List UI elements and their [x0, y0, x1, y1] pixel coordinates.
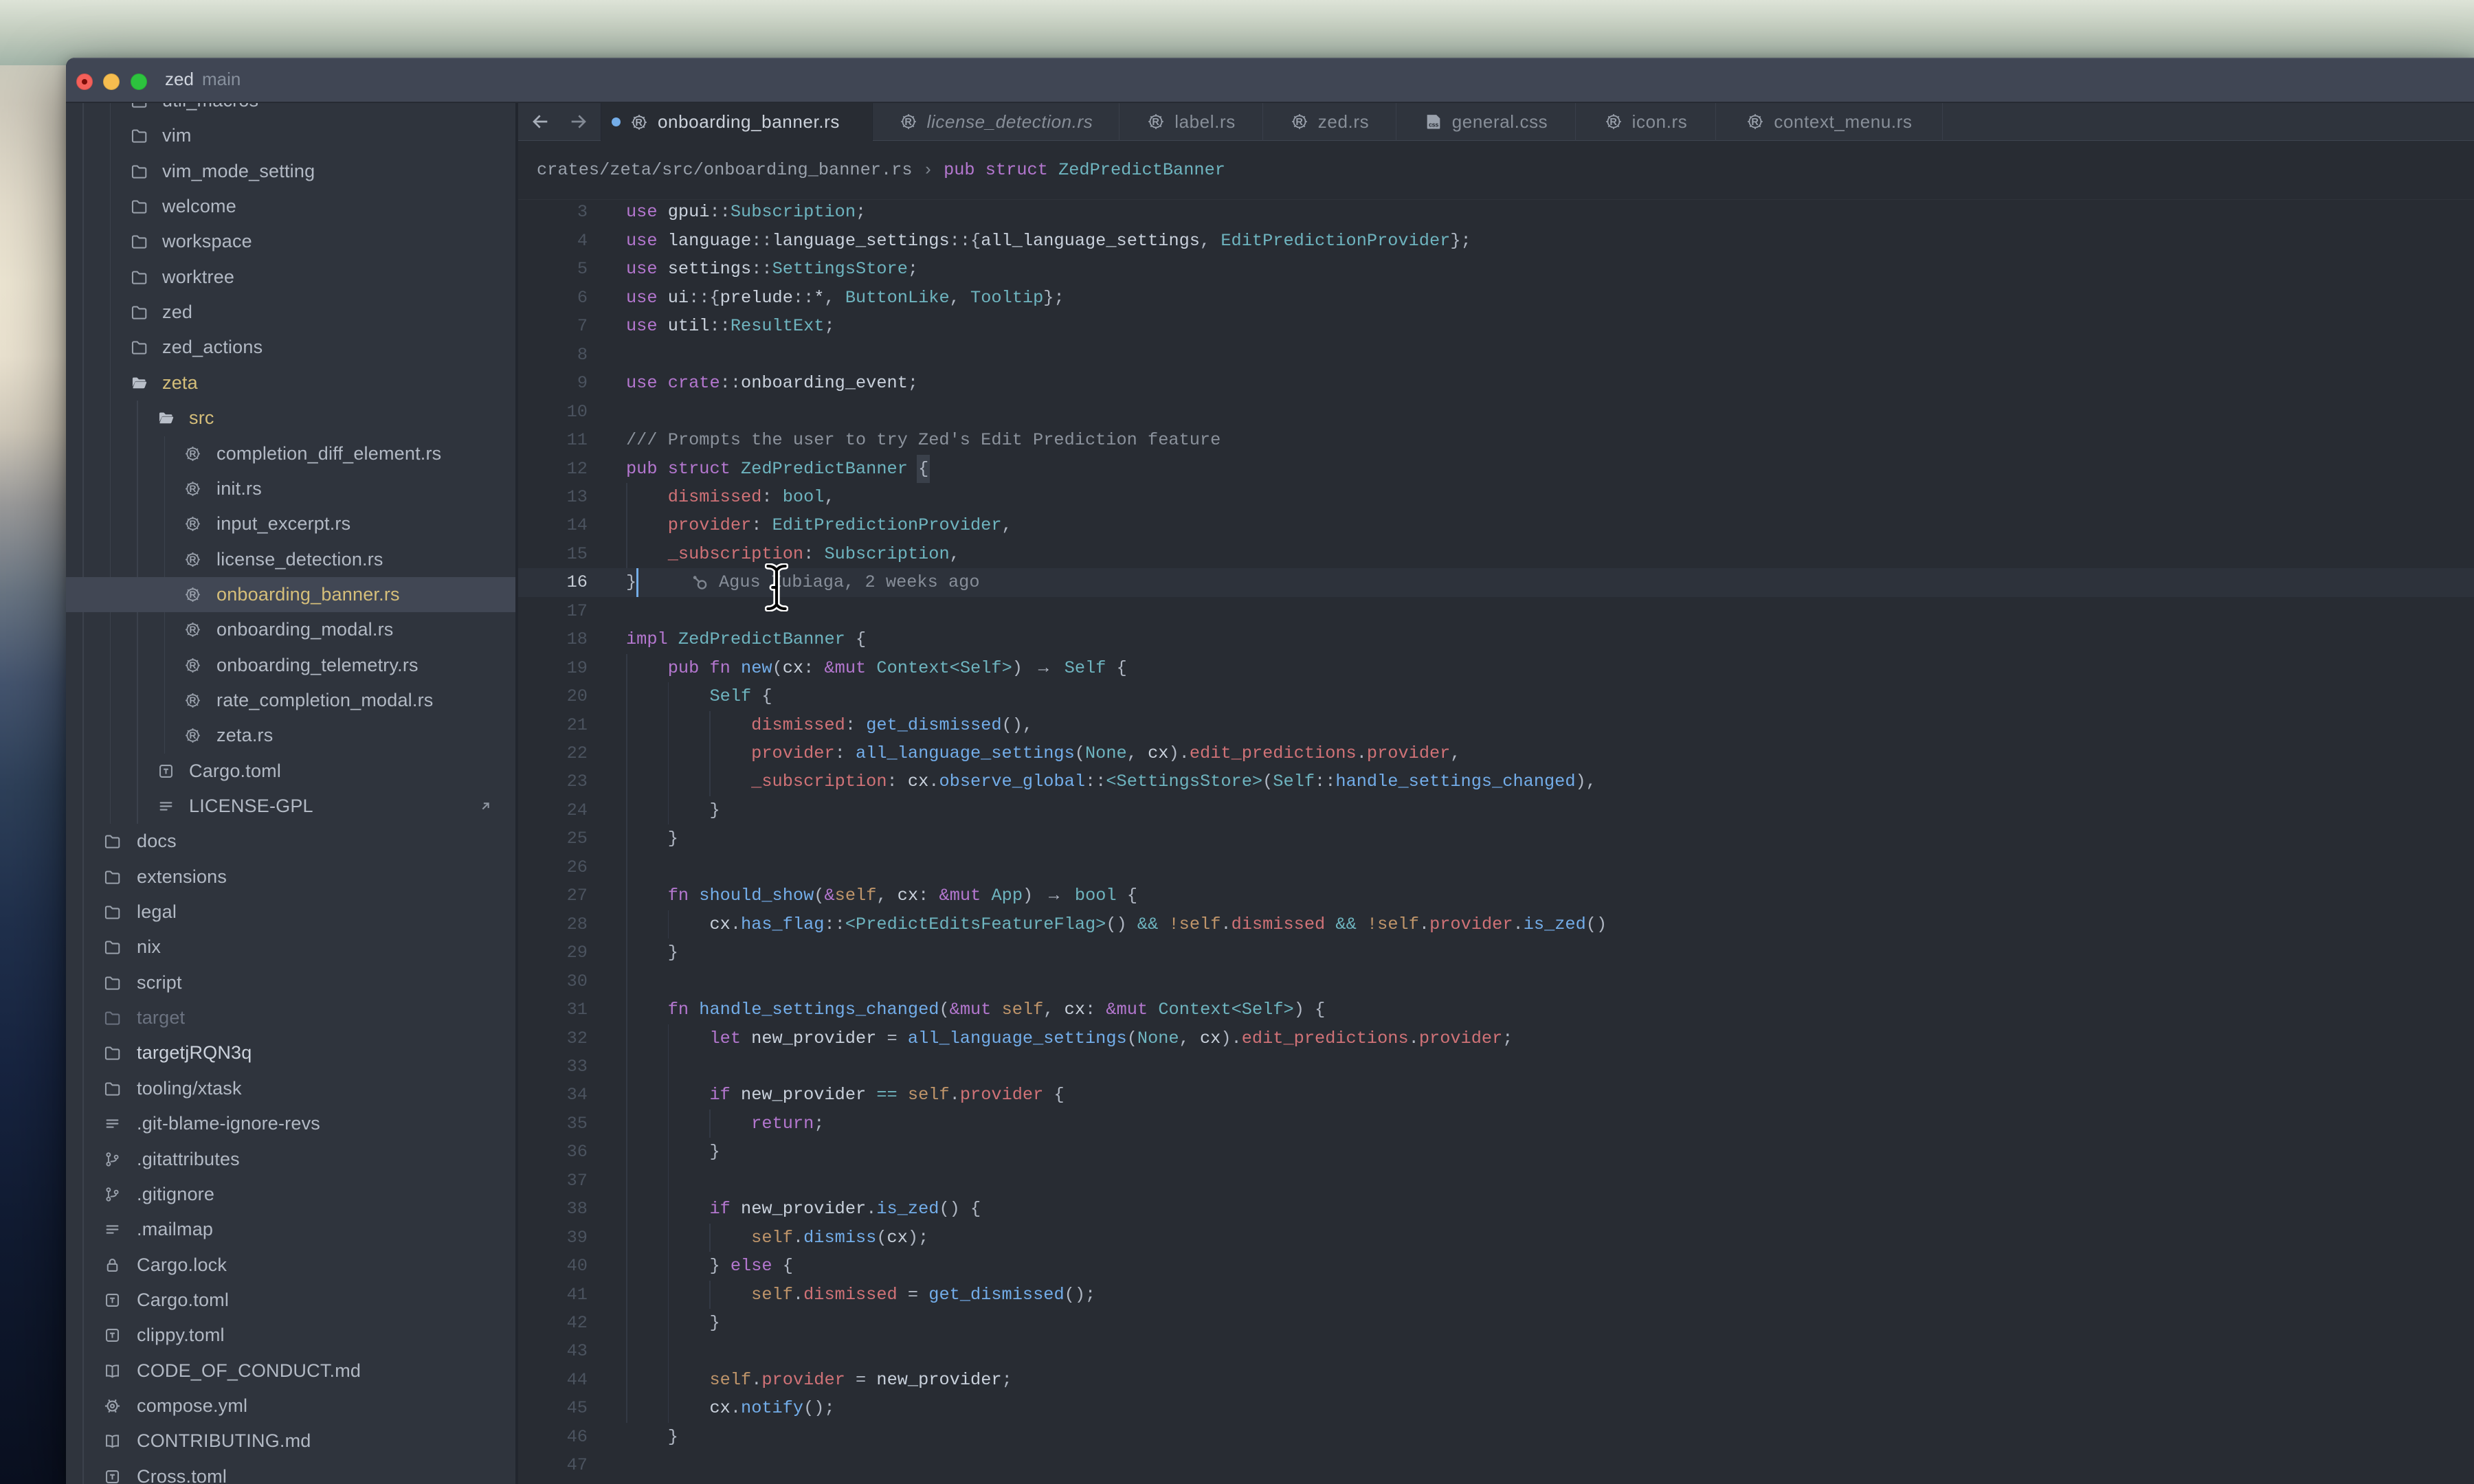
svg-text:R: R	[1752, 117, 1759, 128]
svg-text:R: R	[189, 589, 196, 600]
svg-text:R: R	[904, 117, 912, 128]
svg-text:R: R	[189, 483, 196, 494]
svg-text:R: R	[189, 518, 196, 529]
svg-text:R: R	[189, 660, 196, 671]
svg-text:R: R	[635, 117, 643, 128]
svg-text:R: R	[1295, 117, 1303, 128]
svg-text:css: css	[1429, 122, 1438, 128]
svg-text:R: R	[1152, 117, 1160, 128]
svg-text:R: R	[189, 730, 196, 741]
svg-text:R: R	[189, 624, 196, 635]
svg-text:R: R	[189, 695, 196, 706]
svg-text:R: R	[189, 554, 196, 565]
svg-text:R: R	[1609, 117, 1617, 128]
svg-text:R: R	[189, 448, 196, 459]
